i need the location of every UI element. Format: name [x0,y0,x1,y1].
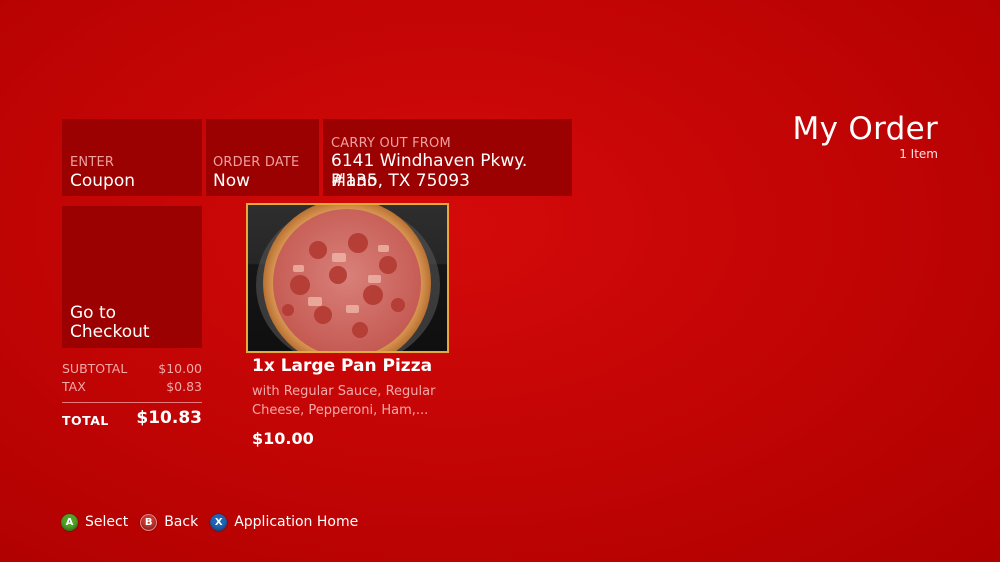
tax-row: TAX $0.83 [62,378,202,396]
store-address-line2: Plano, TX 75093 [331,171,470,191]
b-button-icon: B [140,513,158,531]
carry-out-location-tile[interactable]: CARRY OUT FROM 6141 Windhaven Pkwy. #135… [323,119,572,196]
order-item-name: 1x Large Pan Pizza [252,356,433,376]
select-hint[interactable]: A Select [61,513,129,531]
controller-hints: A Select B Back X Application Home [61,512,370,532]
page-title: My Order [792,111,938,147]
total-label: TOTAL [62,413,109,428]
order-item-price: $10.00 [252,429,314,448]
coupon-tile-caption: ENTER [70,155,115,170]
carry-out-caption: CARRY OUT FROM [331,136,451,151]
go-to-checkout-tile[interactable]: Go to Checkout [62,206,202,348]
a-button-icon: A [61,513,78,531]
x-button-icon: X [210,513,228,531]
checkout-label: Go to Checkout [70,303,150,342]
pizza-image [256,205,440,351]
order-date-caption: ORDER DATE [213,155,300,170]
tax-label: TAX [62,379,86,394]
subtotal-label: SUBTOTAL [62,361,128,376]
item-count: 1 Item [899,147,938,161]
application-home-label: Application Home [234,514,359,530]
order-item-description: with Regular Sauce, Regular Cheese, Pepp… [252,384,436,418]
order-item-card[interactable] [246,203,449,353]
order-totals: SUBTOTAL $10.00 TAX $0.83 [62,360,202,396]
tax-value: $0.83 [166,379,202,394]
totals-divider [62,402,202,403]
subtotal-row: SUBTOTAL $10.00 [62,360,202,378]
select-hint-label: Select [85,514,129,530]
back-hint-label: Back [164,514,199,530]
application-home-hint[interactable]: X Application Home [210,513,359,531]
subtotal-value: $10.00 [158,361,202,376]
coupon-tile-label: Coupon [70,171,136,191]
order-date-tile[interactable]: ORDER DATE Now [206,119,319,196]
total-row: TOTAL $10.83 [62,408,202,432]
total-value: $10.83 [136,408,202,428]
enter-coupon-tile[interactable]: ENTER Coupon [62,119,202,196]
order-date-value: Now [213,171,251,191]
back-hint[interactable]: B Back [140,513,199,531]
